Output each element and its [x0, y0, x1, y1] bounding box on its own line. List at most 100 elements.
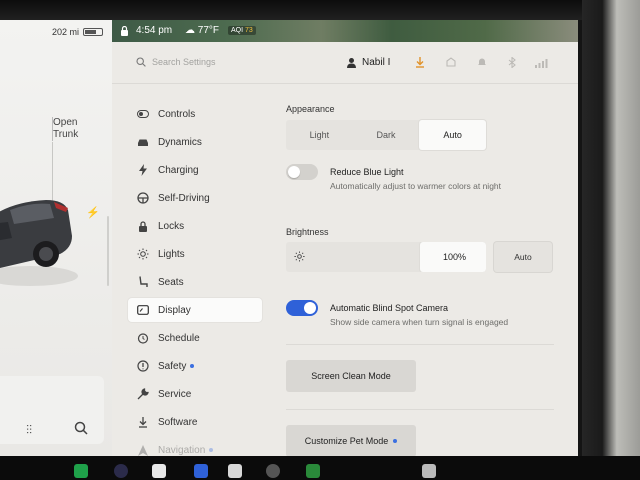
brightness-auto-button[interactable]: Auto — [494, 242, 552, 272]
fan-icon[interactable] — [266, 464, 280, 478]
calendar-app-icon[interactable] — [152, 464, 166, 478]
sidebar-item-lights[interactable]: Lights — [128, 242, 262, 266]
media-app-icon[interactable] — [114, 464, 128, 478]
bell-icon[interactable] — [477, 57, 487, 67]
appearance-title: Appearance — [286, 104, 335, 114]
sidebar-item-display[interactable]: Display — [128, 298, 262, 322]
appearance-selector: Light Dark Auto — [286, 120, 487, 150]
sidebar-item-label: Software — [158, 416, 198, 428]
appearance-option-dark[interactable]: Dark — [353, 120, 420, 150]
weather-readout: ☁ 77°F — [185, 25, 220, 36]
blind-spot-camera-toggle[interactable] — [286, 300, 318, 316]
aqi-value: 73 — [245, 27, 253, 34]
display-icon — [137, 304, 149, 316]
app-icon[interactable] — [228, 464, 242, 478]
sidebar-item-software[interactable]: Software — [128, 410, 262, 434]
alarm-icon — [137, 332, 149, 344]
search-icon — [136, 57, 146, 67]
notification-dot — [393, 439, 398, 443]
sidebar-item-label: Schedule — [158, 332, 200, 344]
sidebar-item-label: Charging — [158, 164, 199, 176]
sidebar-item-safety[interactable]: Safety — [128, 354, 262, 378]
appearance-option-auto[interactable]: Auto — [419, 120, 487, 150]
brightness-value: 100% — [442, 252, 466, 262]
search-settings-input[interactable] — [152, 54, 312, 70]
trunk-label-line2: Trunk — [53, 129, 79, 140]
garage-icon[interactable] — [446, 57, 456, 67]
screen-bezel-right — [582, 0, 640, 480]
user-profile-icon[interactable] — [346, 57, 357, 68]
sliders-icon[interactable]: ⫶⫶ — [26, 423, 32, 438]
light-icon — [137, 248, 149, 260]
blind-spot-camera-title: Automatic Blind Spot Camera — [330, 303, 449, 313]
car-panel: 202 mi Open Trunk ⚡ ⫶⫶ — [0, 20, 112, 456]
car-icon — [137, 136, 149, 148]
settings-sidebar: Controls Dynamics Charging Self-Driving … — [128, 102, 262, 456]
sidebar-item-locks[interactable]: Locks — [128, 214, 262, 238]
download-icon — [137, 416, 149, 428]
seat-icon — [137, 276, 149, 288]
customize-pet-mode-label: Customize Pet Mode — [304, 436, 389, 446]
section-divider — [286, 409, 554, 410]
phone-app-icon[interactable] — [74, 464, 88, 478]
clock: 4:54 pm — [136, 25, 173, 36]
volume-icon[interactable] — [422, 464, 436, 478]
brightness-slider[interactable]: 100% — [286, 242, 486, 272]
info-icon — [137, 360, 149, 372]
bluetooth-icon[interactable] — [508, 57, 516, 68]
screen-clean-mode-button[interactable]: Screen Clean Mode — [286, 360, 416, 392]
lock-icon[interactable] — [120, 26, 129, 36]
wrench-icon — [137, 388, 149, 400]
customize-pet-mode-button[interactable]: Customize Pet Mode — [286, 425, 416, 456]
sidebar-item-label: Locks — [158, 220, 185, 232]
sidebar-item-label: Display — [158, 304, 191, 316]
appearance-option-light[interactable]: Light — [286, 120, 353, 150]
section-divider — [286, 344, 554, 345]
reduce-blue-light-subtitle: Automatically adjust to warmer colors at… — [330, 181, 502, 191]
steering-wheel-icon — [137, 192, 149, 204]
trunk-label-line1: Open — [53, 117, 78, 128]
temperature: 77°F — [197, 25, 220, 36]
range-readout: 202 mi — [52, 27, 80, 37]
bolt-icon — [137, 164, 149, 176]
lte-signal-icon — [535, 59, 548, 68]
reduce-blue-light-toggle[interactable] — [286, 164, 318, 180]
search-icon[interactable] — [74, 421, 88, 435]
sidebar-item-navigation[interactable]: Navigation — [128, 438, 262, 456]
user-name[interactable]: Nabil I — [362, 57, 390, 68]
sidebar-item-charging[interactable]: Charging — [128, 158, 262, 182]
sidebar-item-label: Navigation — [158, 444, 206, 456]
notification-dot — [209, 448, 214, 452]
status-bar: 4:54 pm ☁ 77°F AQI 73 — [112, 20, 578, 42]
sidebar-item-dynamics[interactable]: Dynamics — [128, 130, 262, 154]
app-dock — [60, 462, 460, 480]
blind-spot-camera-subtitle: Show side camera when turn signal is eng… — [330, 317, 509, 327]
brightness-icon — [294, 251, 305, 262]
reduce-blue-light-title: Reduce Blue Light — [330, 167, 404, 177]
sidebar-item-controls[interactable]: Controls — [128, 102, 262, 126]
sidebar-item-label: Dynamics — [158, 136, 202, 148]
notification-dot — [190, 364, 195, 368]
car-panel-scrollbar[interactable] — [107, 216, 109, 286]
sidebar-item-label: Controls — [158, 108, 196, 120]
sidebar-item-seats[interactable]: Seats — [128, 270, 262, 294]
sidebar-item-label: Self-Driving — [158, 192, 210, 204]
battery-icon — [83, 28, 103, 36]
screen-bezel-top — [0, 0, 640, 20]
sidebar-item-schedule[interactable]: Schedule — [128, 326, 262, 350]
bluetooth-app-icon[interactable] — [194, 464, 208, 478]
settings-header: Nabil I — [112, 42, 578, 84]
toggle-icon — [137, 108, 149, 120]
sidebar-item-label: Safety — [158, 360, 187, 372]
sidebar-item-label: Service — [158, 388, 192, 400]
touchscreen: 202 mi Open Trunk ⚡ ⫶⫶ 4:54 pm ☁ 77°F AQ… — [0, 20, 578, 456]
lock-icon — [137, 220, 149, 232]
open-trunk-button[interactable]: Open Trunk — [52, 117, 78, 141]
sidebar-item-self-driving[interactable]: Self-Driving — [128, 186, 262, 210]
charge-port-icon[interactable]: ⚡ — [86, 206, 100, 219]
quick-controls-card: ⫶⫶ — [0, 376, 104, 444]
sidebar-item-service[interactable]: Service — [128, 382, 262, 406]
energy-app-icon[interactable] — [306, 464, 320, 478]
download-icon[interactable] — [415, 57, 425, 68]
brightness-title: Brightness — [286, 227, 329, 237]
